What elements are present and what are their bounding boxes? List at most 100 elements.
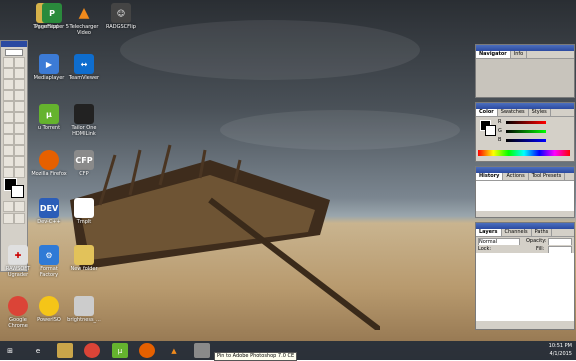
move-tool-icon[interactable] [14,57,25,68]
tab-paths[interactable]: Paths [532,229,553,236]
notes-tool-icon[interactable] [3,156,14,167]
dodge-tool-icon[interactable] [14,123,25,134]
tab-color[interactable]: Color [476,109,498,116]
color-panel: Color Swatches Styles R G B [475,102,575,162]
navigator-preview[interactable] [476,59,574,97]
desktop-icon-label: u Torrent [37,125,61,131]
channel-b-label: B [498,137,502,143]
internet-explorer-icon[interactable]: e [30,343,46,358]
chrome-taskbar-icon[interactable] [84,343,100,358]
photoshop-taskbar-icon[interactable] [194,343,210,358]
shipwreck-image [70,144,380,330]
color-spectrum-bar[interactable] [478,150,570,156]
vlc-taskbar-icon[interactable]: ▲ [166,343,182,358]
clock-time: 10:51 PM [548,343,572,349]
desktop-icon-utorrent[interactable]: μ u Torrent [31,104,67,131]
desktop-icon-label: New folder [70,266,98,272]
lasso-tool-icon[interactable] [3,68,14,79]
desktop-icon-format-factory[interactable]: ⚙ Format Factory [31,245,67,278]
layers-panel-footer [476,321,574,328]
magic-wand-tool-icon[interactable] [14,68,25,79]
file-explorer-icon[interactable] [57,343,73,358]
brush-tool-icon[interactable] [14,90,25,101]
slice-tool-icon[interactable] [14,79,25,90]
eyedropper-tool-icon[interactable] [14,156,25,167]
background-color-swatch[interactable] [11,185,24,198]
tab-actions[interactable]: Actions [503,173,529,180]
history-panel-footer [476,211,574,217]
channel-g-slider[interactable] [506,130,546,133]
background-color-swatch[interactable] [485,125,496,136]
adobe-logo-icon[interactable] [5,49,23,56]
desktop-icon-apple-hdmilink[interactable]: Tailor One HDMILink [66,104,102,137]
utorrent-taskbar-icon[interactable]: μ [112,343,128,358]
crop-tool-icon[interactable] [3,79,14,90]
media-icon: ▶ [39,54,59,74]
layers-lock-row: Lock: Fill: [476,245,574,254]
standard-mode-icon[interactable] [3,201,14,212]
desktop-icon-radgscflip[interactable]: ☺ RADGSCFlip [103,3,139,30]
shape-tool-icon[interactable] [14,145,25,156]
history-list[interactable] [476,181,574,211]
desktop-icon-poweriso[interactable]: PowerISO [31,296,67,323]
blur-tool-icon[interactable] [3,123,14,134]
file-icon [74,296,94,316]
desktop-icon-teamviewer[interactable]: ↔ TeamViewer [66,54,102,81]
clone-stamp-tool-icon[interactable] [3,101,14,112]
utorrent-icon: μ [39,104,59,124]
color-panel-body: R G B [476,117,574,161]
fullscreen-mode-icon[interactable] [14,213,25,224]
desktop-icon-mediaplayer[interactable]: ▶ Mediaplayer [31,54,67,81]
tab-navigator[interactable]: Navigator [476,51,511,58]
tab-history[interactable]: History [476,173,504,180]
desktop-icon-new-folder[interactable]: New folder [66,245,102,272]
tab-info[interactable]: Info [511,51,528,58]
desktop-icon-brightness[interactable]: brightness_... [66,296,102,323]
firefox-taskbar-icon[interactable] [139,343,155,358]
gradient-tool-icon[interactable] [14,112,25,123]
desktop-icon-pageflipper[interactable]: P PageFlipper 5 [34,3,70,30]
pageflip-icon: P [42,3,62,23]
opacity-label: Opacity: [526,238,547,244]
firefox-icon [39,150,59,170]
eraser-tool-icon[interactable] [3,112,14,123]
desktop-icon-vlc-video[interactable]: ▲ Telecharger Video [66,3,102,36]
screen-mode-icon[interactable] [3,213,14,224]
tab-layers[interactable]: Layers [476,229,502,236]
desktop-icon-label: Mozilla Firefox [31,171,67,177]
channel-r-slider[interactable] [506,121,546,124]
channel-b-slider[interactable] [506,139,546,142]
desktop-icon-tmplt[interactable]: Tmplt [66,198,102,225]
desktop-icon-cfp[interactable]: CFP CFP [66,150,102,177]
channel-g-label: G [498,128,502,134]
layers-list[interactable] [476,253,574,321]
channel-r-label: R [498,119,502,125]
zoom-tool-icon[interactable] [14,167,25,178]
desktop-icon-devcpp[interactable]: DEV Dev-C++ [31,198,67,225]
desktop-icon-firefox[interactable]: Mozilla Firefox [31,150,67,177]
cfp-icon: CFP [74,150,94,170]
type-tool-icon[interactable] [14,134,25,145]
tab-styles[interactable]: Styles [529,109,551,116]
pen-tool-icon[interactable] [3,145,14,156]
taskbar-clock[interactable]: 10:51 PM 4/1/2015 [549,342,572,358]
teamviewer-icon: ↔ [74,54,94,74]
desktop-icon-label: CFP [79,171,89,177]
desktop-icon-label: Tmplt [76,219,92,225]
path-selection-tool-icon[interactable] [3,134,14,145]
tab-tool-presets[interactable]: Tool Presets [529,173,566,180]
toolbox-titlebar[interactable] [1,41,27,47]
photoshop-shortcut-icon: ✚ [8,245,28,265]
chrome-icon [8,296,28,316]
start-button[interactable]: ⊞ [2,343,18,358]
quick-mask-mode-icon[interactable] [14,201,25,212]
history-brush-tool-icon[interactable] [14,101,25,112]
hand-tool-icon[interactable] [3,167,14,178]
marquee-tool-icon[interactable] [3,57,14,68]
healing-brush-tool-icon[interactable] [3,90,14,101]
devcpp-icon: DEV [39,198,59,218]
tab-channels[interactable]: Channels [502,229,532,236]
document-icon [74,198,94,218]
tab-swatches[interactable]: Swatches [498,109,529,116]
layers-options-row: Normal Opacity: [476,237,574,246]
